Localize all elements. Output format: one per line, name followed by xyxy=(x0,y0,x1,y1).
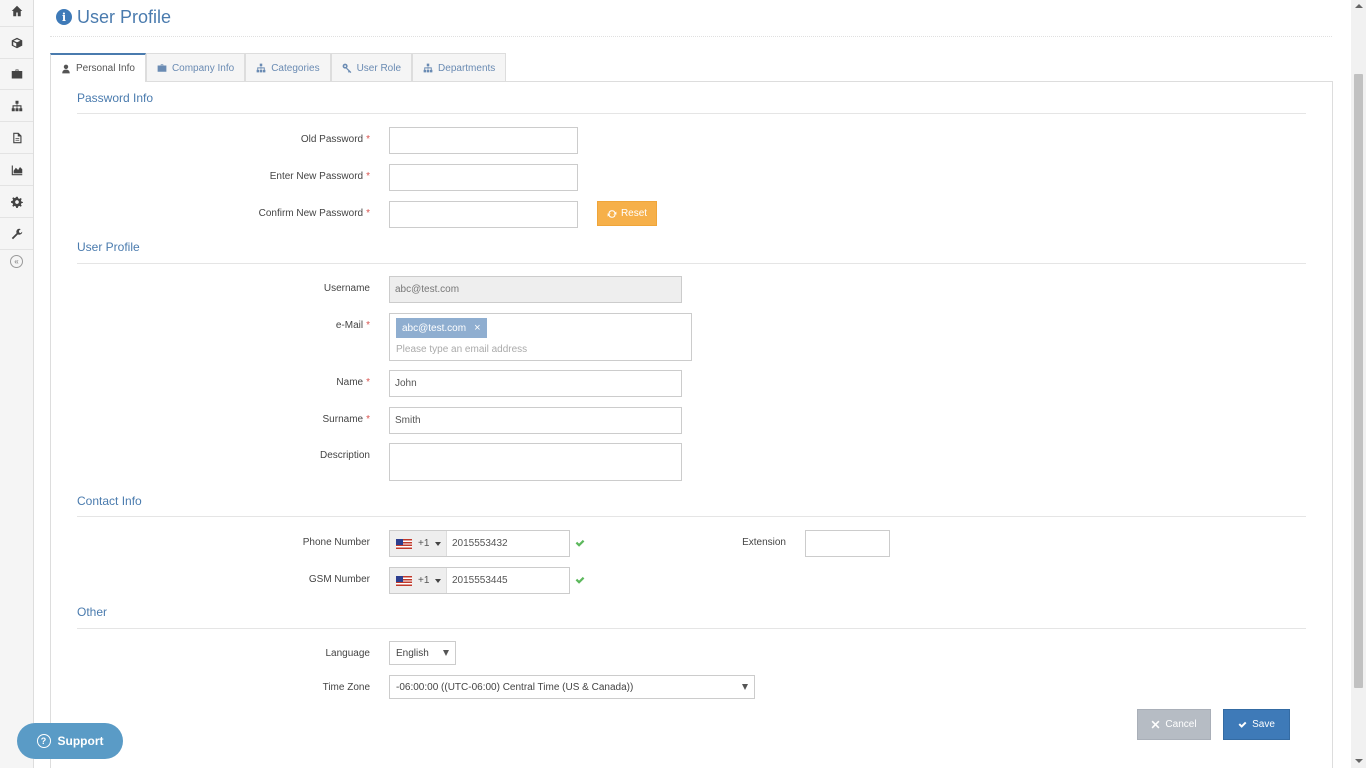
scroll-down-arrow-icon[interactable] xyxy=(1355,759,1363,763)
user-icon xyxy=(62,64,70,73)
surname-input[interactable]: Smith xyxy=(389,407,682,434)
section-divider xyxy=(77,113,1306,114)
extension-label: Extension xyxy=(742,537,786,548)
email-placeholder: Please type an email address xyxy=(396,344,528,355)
remove-tag-icon[interactable]: × xyxy=(474,322,480,334)
support-button[interactable]: ? Support xyxy=(17,723,123,759)
tab-user-role[interactable]: User Role xyxy=(330,53,413,82)
name-input[interactable]: John xyxy=(389,370,682,397)
reset-button[interactable]: Reset xyxy=(597,201,657,226)
tab-company-info[interactable]: Company Info xyxy=(145,53,246,82)
phone-label: Phone Number xyxy=(302,537,370,548)
email-tag-input[interactable]: abc@test.com × Please type an email addr… xyxy=(389,313,692,361)
document-icon[interactable] xyxy=(0,123,33,154)
language-label: Language xyxy=(325,648,371,659)
wrench-icon[interactable] xyxy=(0,219,33,250)
new-password-label: Enter New Password * xyxy=(269,171,370,182)
dropdown-arrow-icon xyxy=(742,684,748,690)
sitemap-icon[interactable] xyxy=(0,91,33,122)
us-flag-icon xyxy=(396,538,412,549)
cube-icon[interactable] xyxy=(0,28,33,59)
scroll-thumb[interactable] xyxy=(1354,74,1363,688)
briefcase-icon xyxy=(157,64,167,72)
section-divider xyxy=(77,516,1306,517)
home-icon[interactable] xyxy=(0,0,33,27)
timezone-select[interactable]: -06:00:00 ((UTC-06:00) Central Time (US … xyxy=(389,675,755,699)
section-divider xyxy=(77,628,1306,629)
caret-down-icon xyxy=(435,541,442,546)
vertical-scrollbar[interactable] xyxy=(1351,0,1366,768)
username-label: Username xyxy=(323,283,370,294)
email-tag: abc@test.com × xyxy=(396,318,487,338)
section-title-other: Other xyxy=(77,605,108,619)
area-chart-icon[interactable] xyxy=(0,155,33,186)
old-password-input[interactable] xyxy=(389,127,578,154)
check-icon xyxy=(575,575,585,585)
surname-label: Surname * xyxy=(322,414,370,425)
save-button[interactable]: Save xyxy=(1223,709,1290,740)
key-icon xyxy=(342,63,351,73)
email-label: e-Mail * xyxy=(335,320,370,331)
cancel-button[interactable]: Cancel xyxy=(1137,709,1211,740)
check-icon xyxy=(575,538,585,548)
icon-sidebar: « xyxy=(0,0,34,768)
language-select[interactable]: English xyxy=(389,641,456,665)
scroll-up-arrow-icon[interactable] xyxy=(1355,4,1363,8)
description-textarea[interactable] xyxy=(389,443,682,481)
confirm-password-label: Confirm New Password * xyxy=(258,208,370,219)
description-label: Description xyxy=(319,450,370,461)
country-code-dropdown[interactable]: +1 xyxy=(390,568,447,593)
tab-label: Departments xyxy=(438,62,496,74)
phone-number-value: 2015553432 xyxy=(452,538,508,549)
section-title-profile: User Profile xyxy=(77,240,140,254)
tab-categories[interactable]: Categories xyxy=(245,53,331,82)
check-icon xyxy=(1238,721,1247,728)
tab-personal-info[interactable]: Personal Info xyxy=(50,53,146,82)
question-icon: ? xyxy=(36,734,51,748)
profile-tabs: Personal Info Company Info Categories Us… xyxy=(50,53,507,82)
section-title-contact: Contact Info xyxy=(77,494,142,508)
tab-label: Personal Info xyxy=(76,63,135,74)
dropdown-arrow-icon xyxy=(443,650,449,656)
gear-icon[interactable] xyxy=(0,187,33,218)
page-title: User Profile xyxy=(77,6,172,27)
collapse-sidebar-icon[interactable]: « xyxy=(10,255,23,268)
refresh-icon xyxy=(607,209,617,218)
confirm-password-input[interactable] xyxy=(389,201,578,228)
username-field: abc@test.com xyxy=(389,276,682,303)
old-password-label: Old Password * xyxy=(300,134,370,145)
caret-down-icon xyxy=(435,578,442,583)
gsm-input[interactable]: +1 2015553445 xyxy=(389,567,570,594)
section-divider xyxy=(77,263,1306,264)
close-icon xyxy=(1151,720,1160,729)
tab-label: Categories xyxy=(271,62,320,74)
tab-departments[interactable]: Departments xyxy=(412,53,507,82)
sitemap-icon xyxy=(256,63,266,73)
page-header: i User Profile xyxy=(56,5,171,29)
info-icon: i xyxy=(56,9,72,25)
new-password-input[interactable] xyxy=(389,164,578,191)
timezone-label: Time Zone xyxy=(322,682,370,693)
gsm-label: GSM Number xyxy=(308,574,370,585)
header-divider xyxy=(50,36,1332,37)
sitemap-icon xyxy=(423,63,433,73)
phone-input[interactable]: +1 2015553432 xyxy=(389,530,570,557)
name-label: Name * xyxy=(336,377,370,388)
briefcase-icon[interactable] xyxy=(0,59,33,90)
gsm-number-value: 2015553445 xyxy=(452,575,508,586)
extension-input[interactable] xyxy=(805,530,890,557)
section-title-password: Password Info xyxy=(77,91,154,105)
us-flag-icon xyxy=(396,575,412,586)
country-code-dropdown[interactable]: +1 xyxy=(390,531,447,556)
tab-label: Company Info xyxy=(171,62,235,74)
tab-label: User Role xyxy=(356,62,402,74)
